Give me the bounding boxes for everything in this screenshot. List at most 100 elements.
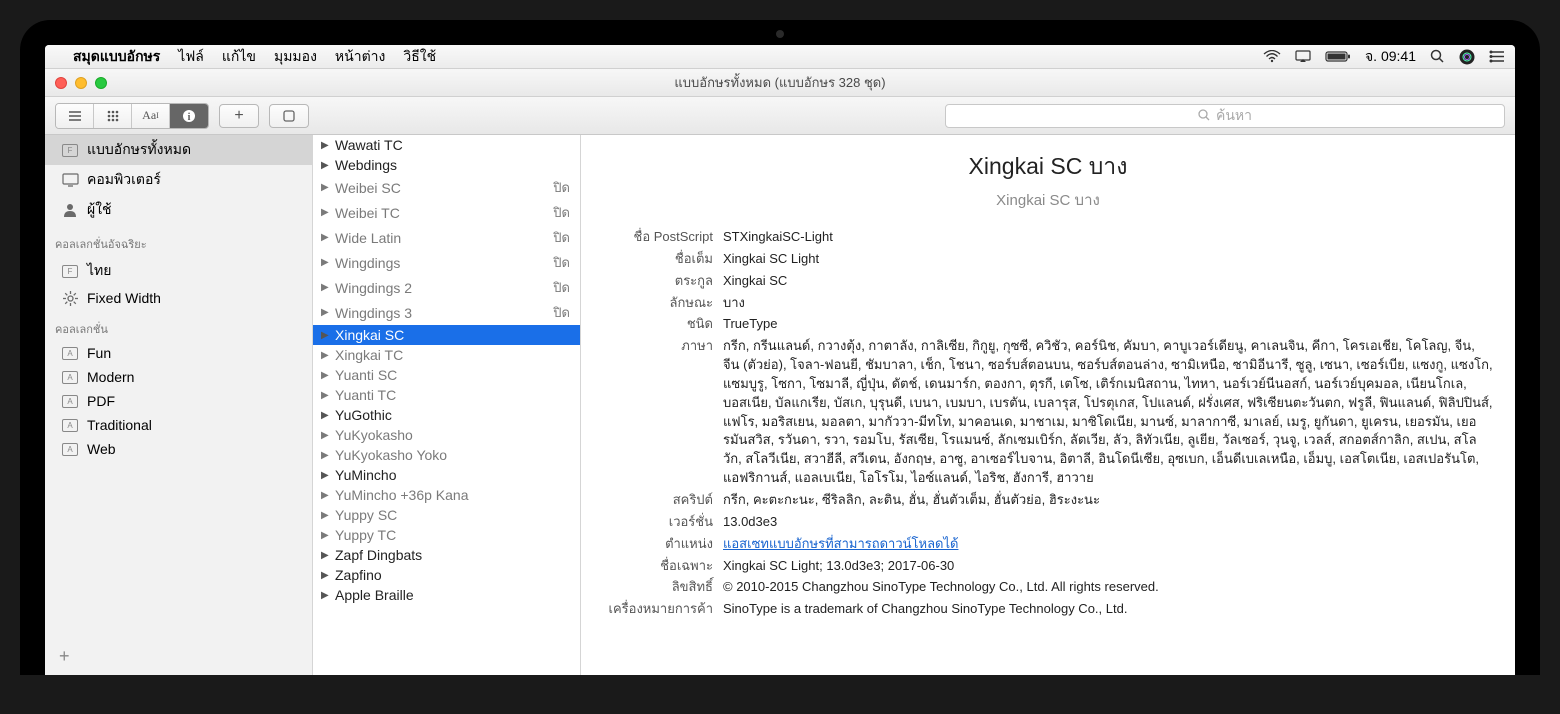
font-row-wingdings-3[interactable]: ▶Wingdings 3ปิด <box>313 300 580 325</box>
sidebar-smart-1[interactable]: Fixed Width <box>45 286 312 310</box>
view-list-icon[interactable] <box>56 104 94 128</box>
search-field[interactable]: ค้นหา <box>945 104 1505 128</box>
zoom-button[interactable] <box>95 77 107 89</box>
sidebar-collection-2[interactable]: APDF <box>45 389 312 413</box>
font-row-zapfino[interactable]: ▶Zapfino <box>313 565 580 585</box>
detail-value[interactable]: แอสเซทแบบอักษรที่สามารถดาวน์โหลดได้ <box>723 535 1493 554</box>
disclosure-triangle-icon[interactable]: ▶ <box>321 530 331 541</box>
font-row-weibei-tc[interactable]: ▶Weibei TCปิด <box>313 200 580 225</box>
font-row-yukyokasho-yoko[interactable]: ▶YuKyokasho Yoko <box>313 445 580 465</box>
sidebar-icon <box>61 172 79 188</box>
font-row-wingdings[interactable]: ▶Wingdingsปิด <box>313 250 580 275</box>
detail-row-1: ชื่อเต็มXingkai SC Light <box>603 250 1493 269</box>
disclosure-triangle-icon[interactable]: ▶ <box>321 550 331 561</box>
view-info-icon[interactable]: i <box>170 104 208 128</box>
disclosure-triangle-icon[interactable]: ▶ <box>321 490 331 501</box>
disclosure-triangle-icon[interactable]: ▶ <box>321 470 331 481</box>
disclosure-triangle-icon[interactable]: ▶ <box>321 450 331 461</box>
disclosure-triangle-icon[interactable]: ▶ <box>321 430 331 441</box>
minimize-button[interactable] <box>75 77 87 89</box>
disclosure-triangle-icon[interactable]: ▶ <box>321 160 331 171</box>
disclosure-triangle-icon[interactable]: ▶ <box>321 282 331 293</box>
view-sample-icon[interactable]: AaI <box>132 104 170 128</box>
disclosure-triangle-icon[interactable]: ▶ <box>321 140 331 151</box>
disclosure-triangle-icon[interactable]: ▶ <box>321 307 331 318</box>
sidebar: Fแบบอักษรทั้งหมดคอมพิวเตอร์ผู้ใช้ คอลเลก… <box>45 135 313 675</box>
detail-label: ชื่อเต็ม <box>603 250 723 269</box>
window-title: แบบอักษรทั้งหมด (แบบอักษร 328 ชุด) <box>674 72 885 93</box>
disclosure-triangle-icon[interactable]: ▶ <box>321 390 331 401</box>
sidebar-smart-0[interactable]: Fไทย <box>45 256 312 286</box>
menubar-clock[interactable]: จ. 09:41 <box>1365 46 1416 68</box>
font-row-weibei-sc[interactable]: ▶Weibei SCปิด <box>313 175 580 200</box>
sidebar-icon <box>61 290 79 306</box>
siri-icon[interactable] <box>1459 49 1475 65</box>
menubar-edit[interactable]: แก้ไข <box>222 46 256 68</box>
sidebar-collection-3[interactable]: ATraditional <box>45 413 312 437</box>
font-row-wide-latin[interactable]: ▶Wide Latinปิด <box>313 225 580 250</box>
disclosure-triangle-icon[interactable]: ▶ <box>321 207 331 218</box>
font-row-yuanti-tc[interactable]: ▶ Yuanti TC <box>313 385 580 405</box>
font-row-yumincho[interactable]: ▶ YuMincho <box>313 465 580 485</box>
sidebar-header-smart: คอลเลกชั่นอัจฉริยะ <box>45 225 312 256</box>
disclosure-triangle-icon[interactable]: ▶ <box>321 350 331 361</box>
add-button[interactable]: + <box>219 104 259 128</box>
font-row-xingkai-sc[interactable]: ▶ Xingkai SC <box>313 325 580 345</box>
battery-icon[interactable] <box>1325 50 1351 63</box>
sidebar-collection-4[interactable]: AWeb <box>45 437 312 461</box>
detail-label: ภาษา <box>603 337 723 488</box>
font-row-xingkai-tc[interactable]: ▶Xingkai TC <box>313 345 580 365</box>
sidebar-collection-0[interactable]: AFun <box>45 341 312 365</box>
font-name: Yuanti SC <box>335 367 397 383</box>
font-list: ▶Wawati TC▶Webdings▶Weibei SCปิด▶Weibei … <box>313 135 581 675</box>
spotlight-icon[interactable] <box>1430 49 1445 64</box>
font-row-yugothic[interactable]: ▶YuGothic <box>313 405 580 425</box>
disclosure-triangle-icon[interactable]: ▶ <box>321 232 331 243</box>
font-row-yumincho-+36p-kana[interactable]: ▶YuMincho +36p Kana <box>313 485 580 505</box>
disclosure-triangle-icon[interactable]: ▶ <box>321 182 331 193</box>
disclosure-triangle-icon[interactable]: ▶ <box>321 370 331 381</box>
disclosure-triangle-icon[interactable]: ▶ <box>321 330 331 341</box>
sidebar-item-1[interactable]: คอมพิวเตอร์ <box>45 165 312 195</box>
font-name: Weibei TC <box>335 205 400 221</box>
laptop-frame: สมุดแบบอักษร ไฟล์ แก้ไข มุมมอง หน้าต่าง … <box>20 20 1540 675</box>
sidebar-item-0[interactable]: Fแบบอักษรทั้งหมด <box>45 135 312 165</box>
notification-center-icon[interactable] <box>1489 50 1505 63</box>
font-name: Xingkai SC <box>335 327 404 343</box>
menubar-view[interactable]: มุมมอง <box>274 46 317 68</box>
font-row-zapf-dingbats[interactable]: ▶Zapf Dingbats <box>313 545 580 565</box>
font-row-yuppy-sc[interactable]: ▶Yuppy SC <box>313 505 580 525</box>
disclosure-triangle-icon[interactable]: ▶ <box>321 590 331 601</box>
sidebar-add-button[interactable]: + <box>45 638 312 675</box>
airplay-icon[interactable] <box>1295 50 1311 63</box>
menubar-file[interactable]: ไฟล์ <box>178 46 204 68</box>
disclosure-triangle-icon[interactable]: ▶ <box>321 410 331 421</box>
font-row-yuanti-sc[interactable]: ▶ Yuanti SC <box>313 365 580 385</box>
view-grid-icon[interactable] <box>94 104 132 128</box>
sidebar-item-2[interactable]: ผู้ใช้ <box>45 195 312 225</box>
font-row-yuppy-tc[interactable]: ▶Yuppy TC <box>313 525 580 545</box>
detail-row-9: ชื่อเฉพาะXingkai SC Light; 13.0d3e3; 201… <box>603 557 1493 576</box>
font-name: YuMincho <box>335 467 396 483</box>
action-button[interactable] <box>269 104 309 128</box>
sidebar-label: Modern <box>87 369 134 385</box>
font-row-webdings[interactable]: ▶Webdings <box>313 155 580 175</box>
font-row-wawati-tc[interactable]: ▶Wawati TC <box>313 135 580 155</box>
menubar-app-name[interactable]: สมุดแบบอักษร <box>73 46 160 68</box>
font-row-wingdings-2[interactable]: ▶Wingdings 2ปิด <box>313 275 580 300</box>
disclosure-triangle-icon[interactable]: ▶ <box>321 510 331 521</box>
wifi-icon[interactable] <box>1263 50 1281 63</box>
font-name: Weibei SC <box>335 180 401 196</box>
menubar-help[interactable]: วิธีใช้ <box>403 46 436 68</box>
disclosure-triangle-icon[interactable]: ▶ <box>321 570 331 581</box>
disclosure-triangle-icon[interactable]: ▶ <box>321 257 331 268</box>
sidebar-label: แบบอักษรทั้งหมด <box>87 139 191 161</box>
sidebar-collection-1[interactable]: AModern <box>45 365 312 389</box>
font-row-apple-braille[interactable]: ▶Apple Braille <box>313 585 580 605</box>
close-button[interactable] <box>55 77 67 89</box>
menubar-window[interactable]: หน้าต่าง <box>335 46 385 68</box>
detail-row-3: ลักษณะบาง <box>603 294 1493 313</box>
sidebar-label: Web <box>87 441 116 457</box>
font-name: Yuanti TC <box>335 387 396 403</box>
font-row-yukyokasho[interactable]: ▶YuKyokasho <box>313 425 580 445</box>
